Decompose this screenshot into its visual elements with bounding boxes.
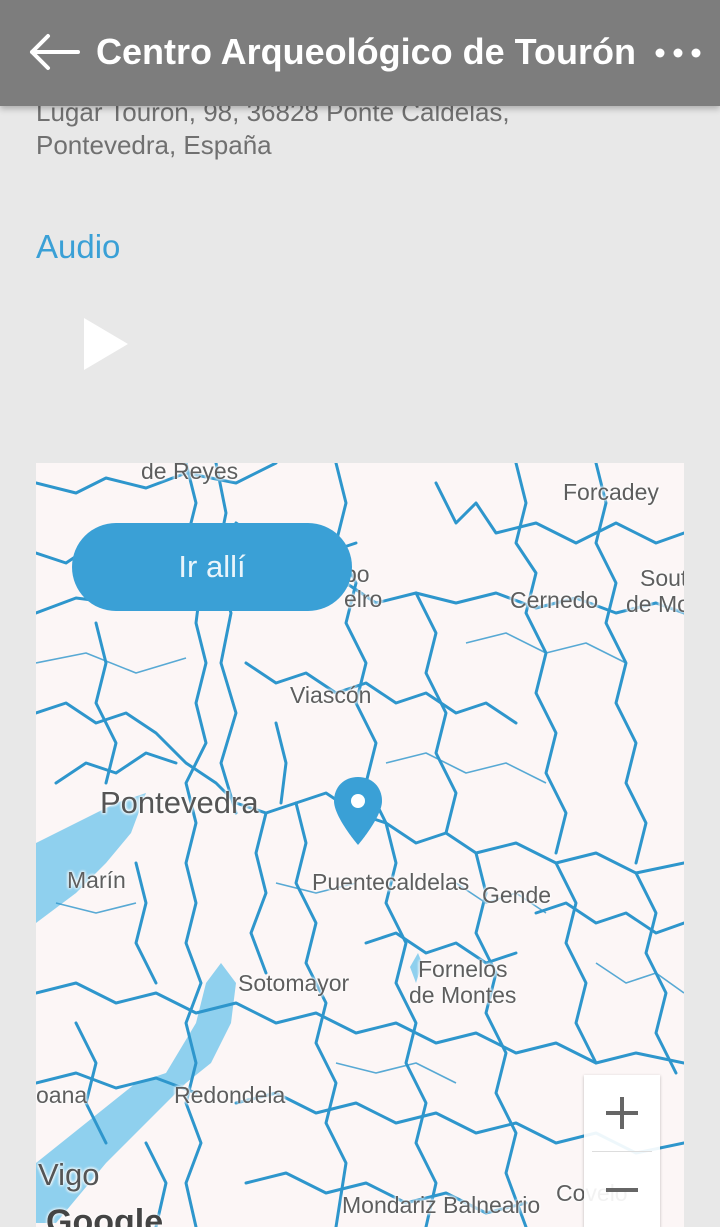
google-logo: Google [46,1203,164,1227]
play-icon [84,318,128,370]
more-horizontal-icon [655,48,701,58]
map-view[interactable]: de Reyes Forcadey po elro Cernedo Sout d… [36,463,684,1227]
place-gende: Gende [482,882,552,908]
place-cernedo: Cernedo [510,587,599,613]
place-de-mo: de Mo [626,591,684,617]
place-de-reyes: de Reyes [141,463,239,484]
place-vigo: Vigo [38,1157,100,1192]
place-mondariz: Mondariz Balneario [342,1192,541,1218]
page-title: Centro Arqueológico de Tourón [96,31,636,72]
place-fornelos: Fornelos [418,956,508,982]
back-button[interactable] [24,24,84,80]
place-sout: Sout [640,565,684,591]
overflow-menu-button[interactable] [650,28,706,78]
place-oana: oana [36,1082,88,1108]
minus-icon [606,1188,638,1192]
place-sotomayor: Sotomayor [238,970,350,996]
address-line-2: Pontevedra, España [36,130,272,160]
app-bar: Centro Arqueológico de Tourón [0,0,720,106]
zoom-in-button[interactable] [584,1075,660,1151]
plus-icon [606,1097,638,1129]
place-marin: Marín [67,867,126,893]
arrow-left-icon [30,34,80,70]
content: Lugar Tourón, 98, 36828 Ponte Caldelas, … [0,0,720,1227]
ir-alli-button[interactable]: Ir allí [72,523,352,611]
place-puentecaldelas: Puentecaldelas [312,869,470,895]
place-elro: elro [344,586,383,612]
audio-heading: Audio [36,228,121,265]
play-button[interactable] [64,306,140,382]
place-forcadey: Forcadey [563,479,659,505]
place-redondela: Redondela [174,1082,286,1108]
zoom-out-button[interactable] [584,1152,660,1227]
zoom-controls [584,1075,660,1227]
map-pin-icon[interactable] [332,775,384,847]
place-pontevedra: Pontevedra [100,785,259,820]
place-de-montes: de Montes [409,982,517,1008]
place-viascon: Viascón [290,682,372,708]
